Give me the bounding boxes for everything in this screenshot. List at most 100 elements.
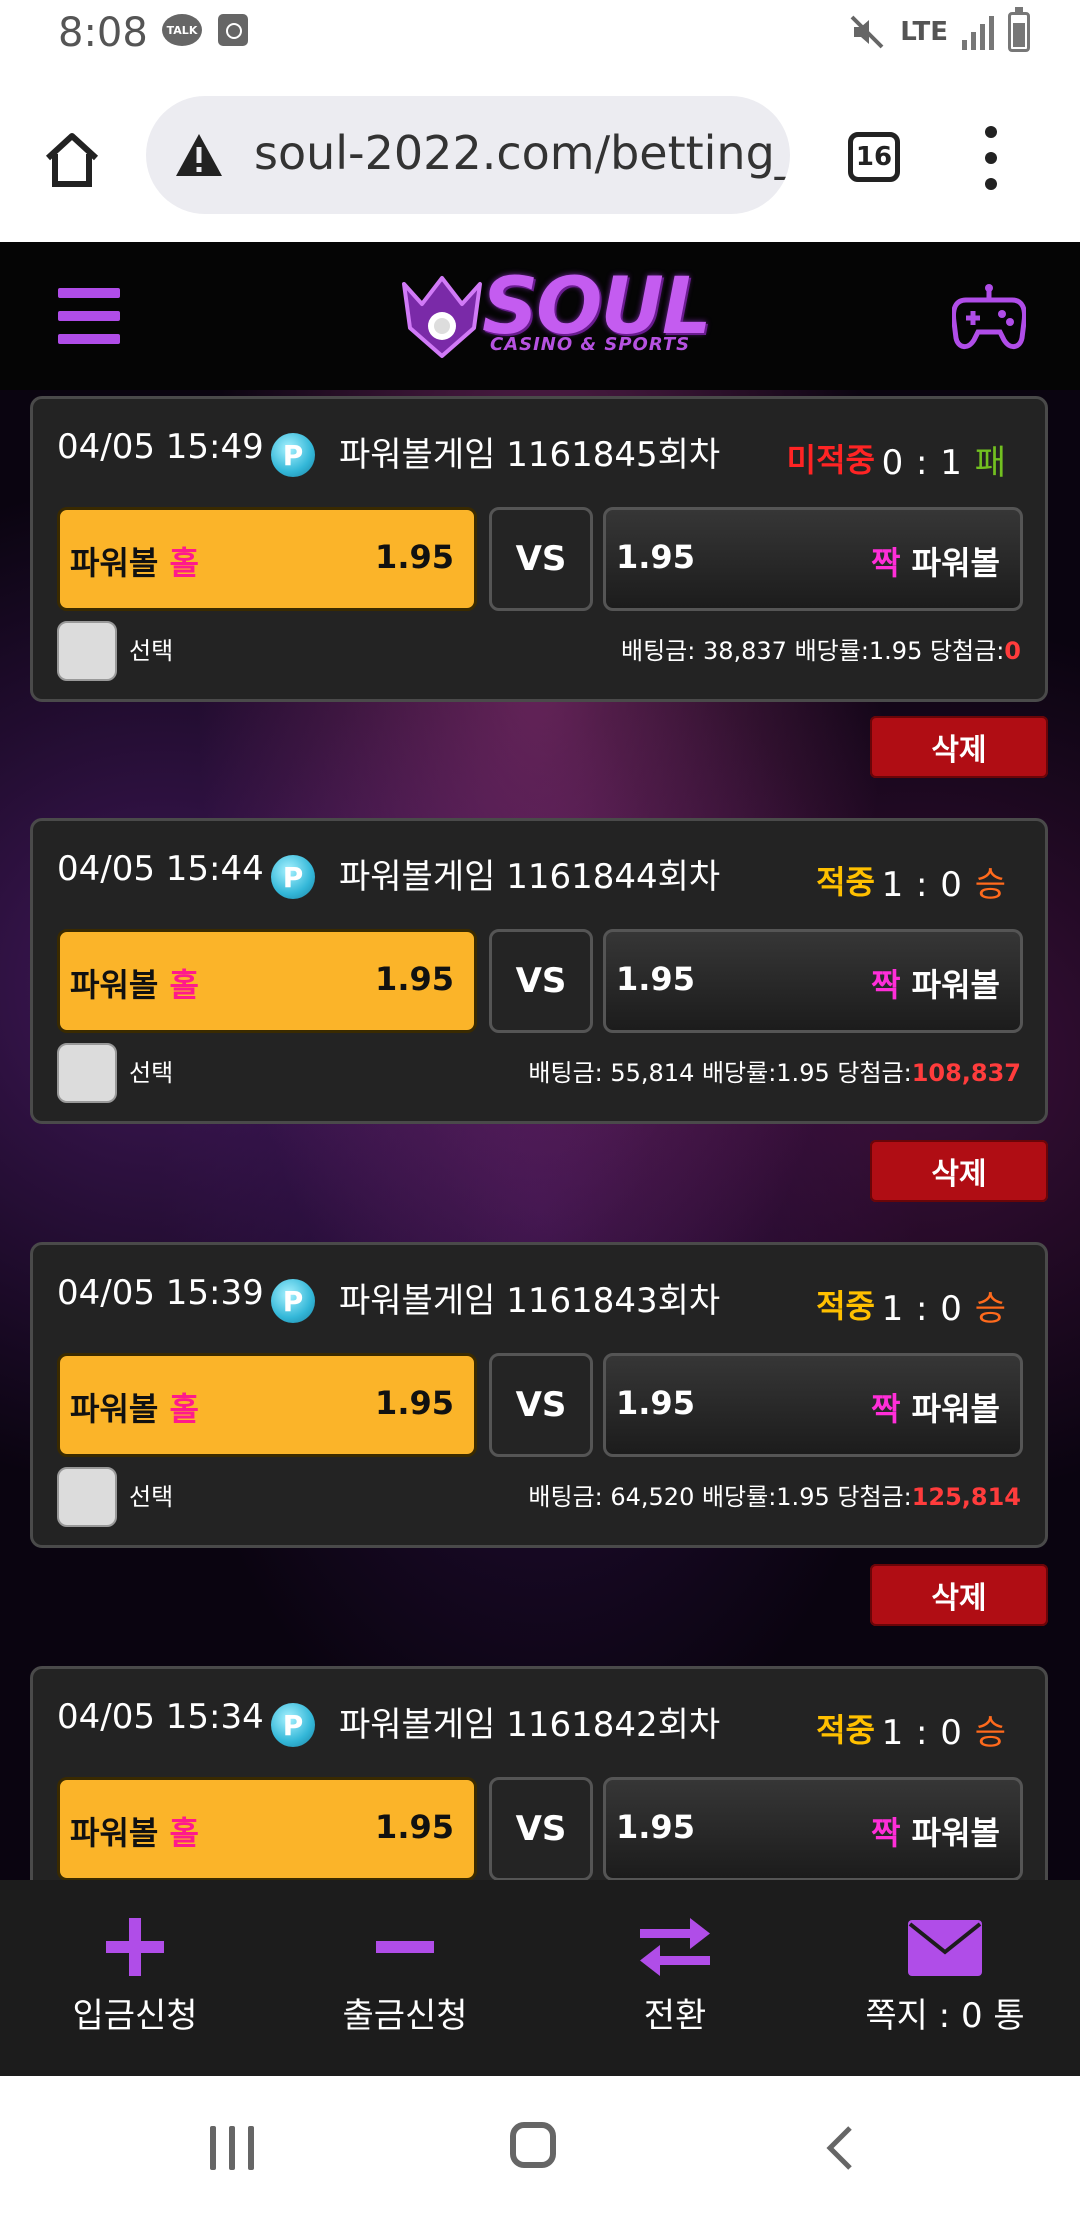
kakaotalk-icon: TALK — [162, 14, 202, 46]
pick-left-label: 파워볼 홀 — [70, 1390, 199, 1428]
site-logo[interactable]: SOUL CASINO & SPORTS — [400, 262, 712, 362]
pick-left-label: 파워볼 홀 — [70, 1814, 199, 1852]
home-button-icon[interactable] — [510, 2122, 556, 2168]
back-icon[interactable] — [820, 2124, 860, 2172]
bet-card: 04/05 15:39 P 파워볼게임 1161843회차 적중 1 : 0 승… — [30, 1242, 1048, 1548]
vs-label: VS — [489, 1777, 593, 1880]
delete-button[interactable]: 삭제 — [870, 716, 1048, 778]
bottom-nav: 입금신청 출금신청 전환 쪽지 : 0 통 — [0, 1880, 1080, 2076]
vs-label: VS — [489, 929, 593, 1033]
status-bar: 8:08 TALK LTE — [0, 0, 1080, 76]
envelope-icon — [908, 1920, 982, 1976]
android-navigation-bar — [0, 2076, 1080, 2220]
powerball-p-icon: P — [271, 855, 315, 899]
pick-left-odds: 1.95 — [375, 538, 454, 576]
bet-score: 1 : 0 승 — [881, 865, 1007, 905]
pick-right-odds: 1.95 — [616, 538, 695, 576]
select-checkbox[interactable] — [57, 1467, 117, 1527]
deposit-label: 입금신청 — [72, 1996, 198, 2036]
pick-even-button[interactable]: 1.95 짝 파워볼 — [603, 1777, 1023, 1880]
hamburger-icon[interactable] — [58, 288, 120, 344]
win-amount: 0 — [1004, 637, 1021, 665]
browser-toolbar: soul-2022.com/betting_l 16 — [0, 76, 1080, 243]
bet-time: 04/05 15:39 — [57, 1273, 264, 1313]
bet-game-round: 파워볼게임 1161845회차 — [339, 435, 721, 475]
pick-right-label: 짝 파워볼 — [871, 1814, 1000, 1852]
tab-switcher-button[interactable]: 16 — [848, 132, 900, 182]
pick-left-label: 파워볼 홀 — [70, 544, 199, 582]
withdraw-label: 출금신청 — [342, 1996, 468, 2036]
pick-odd-button[interactable]: 파워볼 홀 1.95 — [57, 507, 477, 611]
convert-label: 전환 — [643, 1996, 707, 2036]
select-checkbox[interactable] — [57, 621, 117, 681]
site-header: SOUL CASINO & SPORTS — [0, 242, 1080, 392]
warning-icon[interactable] — [174, 132, 224, 178]
delete-button[interactable]: 삭제 — [870, 1140, 1048, 1202]
bet-status: 적중 — [816, 1287, 875, 1325]
bet-result: 승 — [974, 1713, 1007, 1753]
network-type: LTE — [900, 17, 948, 47]
gamepad-icon[interactable] — [952, 282, 1026, 352]
pick-right-odds: 1.95 — [616, 960, 695, 998]
pick-left-odds: 1.95 — [375, 1384, 454, 1422]
pick-odd-button[interactable]: 파워볼 홀 1.95 — [57, 929, 477, 1033]
bet-game-round: 파워볼게임 1161843회차 — [339, 1281, 721, 1321]
pick-odd-button[interactable]: 파워볼 홀 1.95 — [57, 1353, 477, 1457]
select-checkbox[interactable] — [57, 1043, 117, 1103]
bet-result: 패 — [974, 443, 1007, 483]
pick-right-odds: 1.95 — [616, 1808, 695, 1846]
pick-right-label: 짝 파워볼 — [871, 966, 1000, 1004]
select-label: 선택 — [129, 1059, 174, 1087]
pick-even-button[interactable]: 1.95 짝 파워볼 — [603, 1353, 1023, 1457]
bet-score: 0 : 1 패 — [881, 443, 1007, 483]
bet-time: 04/05 15:34 — [57, 1697, 264, 1737]
plus-icon — [106, 1918, 164, 1976]
alarm-icon — [218, 14, 248, 46]
pick-even-button[interactable]: 1.95 짝 파워볼 — [603, 929, 1023, 1033]
bet-card: 04/05 15:49 P 파워볼게임 1161845회차 미적중 0 : 1 … — [30, 396, 1048, 702]
bet-result: 승 — [974, 865, 1007, 905]
vs-label: VS — [489, 507, 593, 611]
minus-icon — [376, 1941, 434, 1953]
pick-left-odds: 1.95 — [375, 960, 454, 998]
messages-label: 쪽지 : 0 통 — [865, 1996, 1025, 2036]
recents-icon[interactable] — [210, 2126, 254, 2170]
delete-button[interactable]: 삭제 — [870, 1564, 1048, 1626]
status-time: 8:08 — [58, 10, 148, 56]
battery-icon — [1008, 7, 1030, 52]
bet-status: 적중 — [816, 863, 875, 901]
bet-card: 04/05 15:34 P 파워볼게임 1161842회차 적중 1 : 0 승… — [30, 1666, 1048, 1880]
pick-left-label: 파워볼 홀 — [70, 966, 199, 1004]
pick-even-button[interactable]: 1.95 짝 파워볼 — [603, 507, 1023, 611]
select-label: 선택 — [129, 637, 174, 665]
address-bar[interactable]: soul-2022.com/betting_l — [146, 96, 790, 214]
pick-right-odds: 1.95 — [616, 1384, 695, 1422]
bet-card: 04/05 15:44 P 파워볼게임 1161844회차 적중 1 : 0 승… — [30, 818, 1048, 1124]
home-icon[interactable] — [40, 128, 104, 192]
messages-button[interactable]: 쪽지 : 0 통 — [810, 1880, 1080, 2076]
crown-logo-icon — [402, 276, 482, 358]
logo-subtitle: CASINO & SPORTS — [490, 334, 691, 355]
powerball-p-icon: P — [271, 1703, 315, 1747]
overflow-menu-icon[interactable] — [984, 126, 998, 190]
pick-odd-button[interactable]: 파워볼 홀 1.95 — [57, 1777, 477, 1880]
pick-left-odds: 1.95 — [375, 1808, 454, 1846]
system-icons: LTE — [848, 7, 1030, 52]
bet-game-round: 파워볼게임 1161842회차 — [339, 1705, 721, 1745]
select-label: 선택 — [129, 1483, 174, 1511]
mute-icon — [850, 15, 884, 49]
url-text[interactable]: soul-2022.com/betting_l — [254, 126, 790, 180]
pick-right-label: 짝 파워볼 — [871, 544, 1000, 582]
win-amount: 108,837 — [911, 1059, 1021, 1087]
vs-label: VS — [489, 1353, 593, 1457]
bet-info: 배팅금: 55,814 배당률:1.95 당첨금:108,837 — [528, 1059, 1021, 1087]
bet-time: 04/05 15:49 — [57, 427, 264, 467]
powerball-p-icon: P — [271, 1279, 315, 1323]
withdraw-button[interactable]: 출금신청 — [270, 1880, 540, 2076]
signal-icon — [962, 14, 994, 50]
deposit-button[interactable]: 입금신청 — [0, 1880, 270, 2076]
convert-button[interactable]: 전환 — [540, 1880, 810, 2076]
bet-info: 배팅금: 64,520 배당률:1.95 당첨금:125,814 — [528, 1483, 1021, 1511]
powerball-p-icon: P — [271, 433, 315, 477]
betting-history-list: 04/05 15:49 P 파워볼게임 1161845회차 미적중 0 : 1 … — [0, 390, 1080, 1880]
